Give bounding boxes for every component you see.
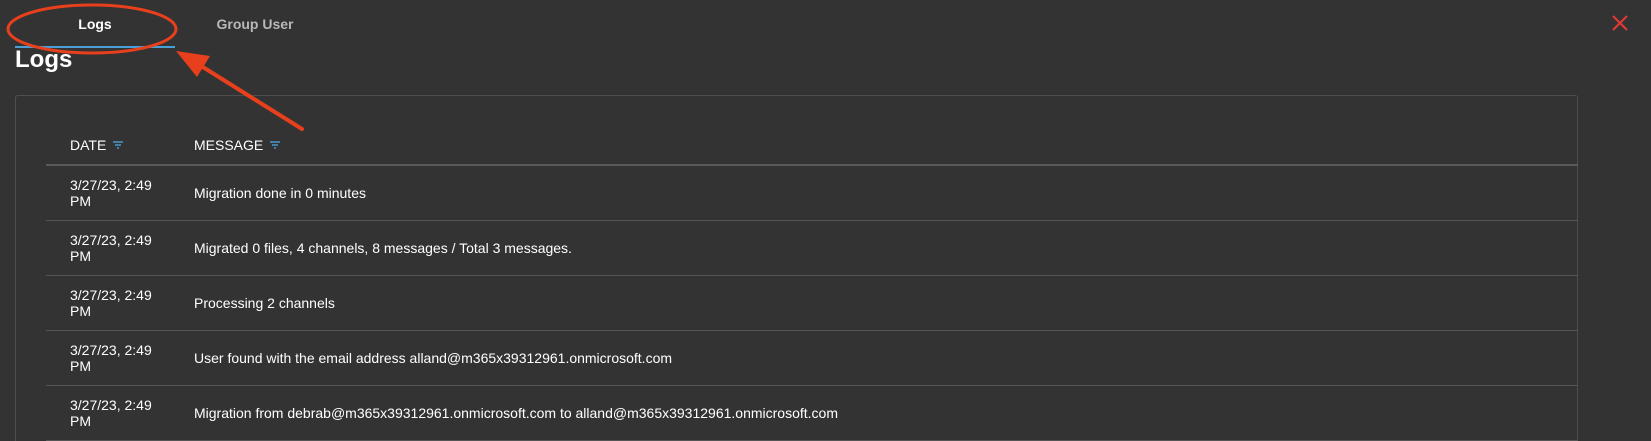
- filter-icon[interactable]: [112, 140, 124, 150]
- logs-table: DATE MESSAGE 3/27/23, 2:49 PM Migration …: [46, 126, 1578, 441]
- table-row: 3/27/23, 2:49 PM Processing 2 channels: [46, 276, 1578, 331]
- filter-icon[interactable]: [269, 140, 281, 150]
- logs-panel: DATE MESSAGE 3/27/23, 2:49 PM Migration …: [15, 95, 1578, 441]
- table-row: 3/27/23, 2:49 PM Migration done in 0 min…: [46, 166, 1578, 221]
- row-message: User found with the email address alland…: [194, 350, 673, 366]
- row-date: 3/27/23, 2:49 PM: [70, 397, 152, 429]
- column-header-message[interactable]: MESSAGE: [194, 137, 1578, 153]
- table-row: 3/27/23, 2:49 PM Migration from debrab@m…: [46, 386, 1578, 441]
- table-row: 3/27/23, 2:49 PM User found with the ema…: [46, 331, 1578, 386]
- row-message: Migrated 0 files, 4 channels, 8 messages…: [194, 240, 572, 256]
- column-header-label: DATE: [70, 137, 107, 153]
- row-message: Migration from debrab@m365x39312961.onmi…: [194, 405, 838, 421]
- tab-logs[interactable]: Logs: [15, 0, 175, 48]
- row-date: 3/27/23, 2:49 PM: [70, 342, 152, 374]
- close-button[interactable]: [1609, 12, 1631, 34]
- tab-group-user[interactable]: Group User: [175, 0, 335, 48]
- pointer-arrow-head: [176, 51, 210, 77]
- page-title: Logs: [15, 46, 73, 73]
- row-date: 3/27/23, 2:49 PM: [70, 287, 152, 319]
- column-header-date[interactable]: DATE: [46, 137, 194, 153]
- row-message: Processing 2 channels: [194, 295, 335, 311]
- close-icon: [1612, 15, 1628, 31]
- table-header: DATE MESSAGE: [46, 126, 1578, 166]
- tab-bar: Logs Group User: [15, 0, 335, 48]
- row-date: 3/27/23, 2:49 PM: [70, 232, 152, 264]
- column-header-label: MESSAGE: [194, 137, 264, 153]
- logs-page: Logs Group User Logs DATE MESSAGE 3/27/2…: [0, 0, 1651, 441]
- table-row: 3/27/23, 2:49 PM Migrated 0 files, 4 cha…: [46, 221, 1578, 276]
- row-date: 3/27/23, 2:49 PM: [70, 177, 152, 209]
- row-message: Migration done in 0 minutes: [194, 185, 366, 201]
